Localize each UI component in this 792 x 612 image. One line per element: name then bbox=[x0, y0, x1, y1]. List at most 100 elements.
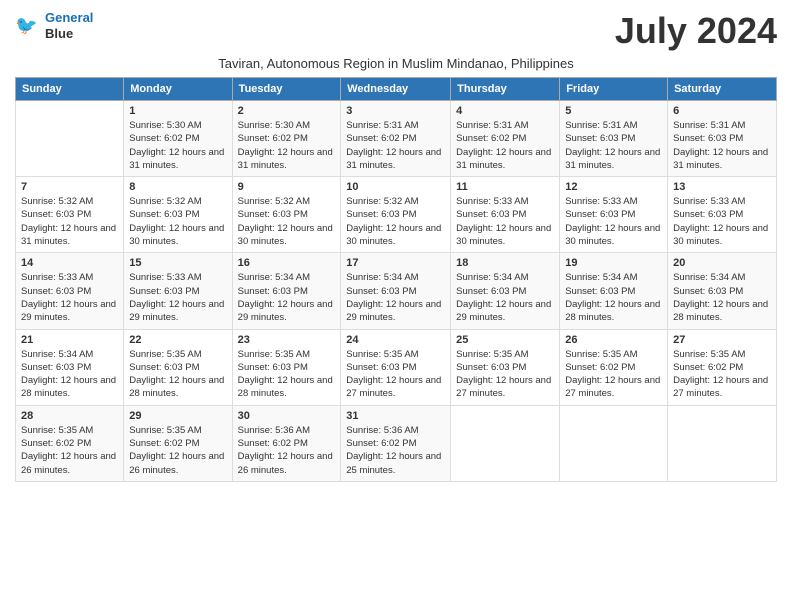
day-info: Sunrise: 5:35 AMSunset: 6:03 PMDaylight:… bbox=[456, 348, 554, 401]
calendar-cell bbox=[451, 405, 560, 481]
calendar-cell: 14 Sunrise: 5:33 AMSunset: 6:03 PMDayligh… bbox=[16, 253, 124, 329]
day-info: Sunrise: 5:32 AMSunset: 6:03 PMDaylight:… bbox=[346, 195, 445, 248]
calendar-cell: 21Sunrise: 5:34 AMSunset: 6:03 PMDayligh… bbox=[16, 329, 124, 405]
calendar-cell: 27Sunrise: 5:35 AMSunset: 6:02 PMDayligh… bbox=[668, 329, 777, 405]
calendar-cell bbox=[16, 101, 124, 177]
day-info: Sunrise: 5:34 AMSunset: 6:03 PMDaylight:… bbox=[565, 271, 662, 324]
day-info: Sunrise: 5:34 AMSunset: 6:03 PMDaylight:… bbox=[456, 271, 554, 324]
day-info: Sunrise: 5:32 AMSunset: 6:03 PMDaylight:… bbox=[21, 195, 118, 248]
day-info: Sunrise: 5:30 AMSunset: 6:02 PMDaylight:… bbox=[238, 119, 336, 172]
day-number: 25 bbox=[456, 334, 554, 346]
day-info: Sunrise: 5:35 AMSunset: 6:02 PMDaylight:… bbox=[129, 424, 226, 477]
weekday-header-sunday: Sunday bbox=[16, 78, 124, 101]
day-number: 19 bbox=[565, 257, 662, 269]
calendar-cell: 15 Sunrise: 5:33 AMSunset: 6:03 PMDayligh… bbox=[124, 253, 232, 329]
calendar-cell: 17 Sunrise: 5:34 AMSunset: 6:03 PMDayligh… bbox=[341, 253, 451, 329]
calendar-cell: 5Sunrise: 5:31 AMSunset: 6:03 PMDaylight… bbox=[560, 101, 668, 177]
day-info: Sunrise: 5:33 AMSunset: 6:03 PMDaylight:… bbox=[21, 271, 118, 324]
day-number: 12 bbox=[565, 181, 662, 193]
day-info: Sunrise: 5:36 AMSunset: 6:02 PMDaylight:… bbox=[238, 424, 336, 477]
day-number: 28 bbox=[21, 410, 118, 422]
calendar-cell: 20 Sunrise: 5:34 AMSunset: 6:03 PMDayligh… bbox=[668, 253, 777, 329]
calendar-cell: 22Sunrise: 5:35 AMSunset: 6:03 PMDayligh… bbox=[124, 329, 232, 405]
day-info: Sunrise: 5:35 AMSunset: 6:03 PMDaylight:… bbox=[129, 348, 226, 401]
day-number: 17 bbox=[346, 257, 445, 269]
calendar-week-row: 1 Sunrise: 5:30 AMSunset: 6:02 PMDaylight… bbox=[16, 101, 777, 177]
calendar-cell: 2 Sunrise: 5:30 AMSunset: 6:02 PMDaylight… bbox=[232, 101, 341, 177]
day-number: 15 bbox=[129, 257, 226, 269]
weekday-header-row: SundayMondayTuesdayWednesdayThursdayFrid… bbox=[16, 78, 777, 101]
day-number: 18 bbox=[456, 257, 554, 269]
calendar-week-row: 14 Sunrise: 5:33 AMSunset: 6:03 PMDayligh… bbox=[16, 253, 777, 329]
day-info: Sunrise: 5:31 AMSunset: 6:03 PMDaylight:… bbox=[565, 119, 662, 172]
day-number: 14 bbox=[21, 257, 118, 269]
day-info: Sunrise: 5:33 AMSunset: 6:03 PMDaylight:… bbox=[565, 195, 662, 248]
day-number: 24 bbox=[346, 334, 445, 346]
day-number: 29 bbox=[129, 410, 226, 422]
day-number: 13 bbox=[673, 181, 771, 193]
calendar-cell: 8 Sunrise: 5:32 AMSunset: 6:03 PMDaylight… bbox=[124, 177, 232, 253]
weekday-header-saturday: Saturday bbox=[668, 78, 777, 101]
day-info: Sunrise: 5:33 AMSunset: 6:03 PMDaylight:… bbox=[456, 195, 554, 248]
day-number: 1 bbox=[129, 105, 226, 117]
day-number: 6 bbox=[673, 105, 771, 117]
day-info: Sunrise: 5:34 AMSunset: 6:03 PMDaylight:… bbox=[346, 271, 445, 324]
day-number: 8 bbox=[129, 181, 226, 193]
calendar-cell: 11 Sunrise: 5:33 AMSunset: 6:03 PMDayligh… bbox=[451, 177, 560, 253]
calendar-cell: 13 Sunrise: 5:33 AMSunset: 6:03 PMDayligh… bbox=[668, 177, 777, 253]
calendar-cell: 10 Sunrise: 5:32 AMSunset: 6:03 PMDayligh… bbox=[341, 177, 451, 253]
weekday-header-wednesday: Wednesday bbox=[341, 78, 451, 101]
day-info: Sunrise: 5:32 AMSunset: 6:03 PMDaylight:… bbox=[129, 195, 226, 248]
day-info: Sunrise: 5:35 AMSunset: 6:02 PMDaylight:… bbox=[21, 424, 118, 477]
day-number: 30 bbox=[238, 410, 336, 422]
calendar-cell: 18 Sunrise: 5:34 AMSunset: 6:03 PMDayligh… bbox=[451, 253, 560, 329]
day-number: 2 bbox=[238, 105, 336, 117]
day-info: Sunrise: 5:34 AMSunset: 6:03 PMDaylight:… bbox=[21, 348, 118, 401]
calendar-cell: 26Sunrise: 5:35 AMSunset: 6:02 PMDayligh… bbox=[560, 329, 668, 405]
logo-icon: 🐦 bbox=[15, 12, 43, 40]
calendar-cell: 29 Sunrise: 5:35 AMSunset: 6:02 PMDayligh… bbox=[124, 405, 232, 481]
calendar-cell: 23Sunrise: 5:35 AMSunset: 6:03 PMDayligh… bbox=[232, 329, 341, 405]
weekday-header-thursday: Thursday bbox=[451, 78, 560, 101]
calendar-cell: 4 Sunrise: 5:31 AMSunset: 6:02 PMDaylight… bbox=[451, 101, 560, 177]
calendar-cell: 19 Sunrise: 5:34 AMSunset: 6:03 PMDayligh… bbox=[560, 253, 668, 329]
day-number: 9 bbox=[238, 181, 336, 193]
day-info: Sunrise: 5:35 AMSunset: 6:02 PMDaylight:… bbox=[673, 348, 771, 401]
calendar-cell: 3 Sunrise: 5:31 AMSunset: 6:02 PMDaylight… bbox=[341, 101, 451, 177]
day-info: Sunrise: 5:33 AMSunset: 6:03 PMDaylight:… bbox=[129, 271, 226, 324]
day-number: 7 bbox=[21, 181, 118, 193]
calendar-cell: 1 Sunrise: 5:30 AMSunset: 6:02 PMDaylight… bbox=[124, 101, 232, 177]
calendar-cell: 30 Sunrise: 5:36 AMSunset: 6:02 PMDayligh… bbox=[232, 405, 341, 481]
calendar-cell: 7 Sunrise: 5:32 AMSunset: 6:03 PMDaylight… bbox=[16, 177, 124, 253]
calendar-cell: 12 Sunrise: 5:33 AMSunset: 6:03 PMDayligh… bbox=[560, 177, 668, 253]
day-info: Sunrise: 5:36 AMSunset: 6:02 PMDaylight:… bbox=[346, 424, 445, 477]
logo-text: General Blue bbox=[45, 10, 93, 41]
month-title: July 2024 bbox=[615, 10, 777, 52]
calendar-table: SundayMondayTuesdayWednesdayThursdayFrid… bbox=[15, 77, 777, 482]
calendar-cell: 28 Sunrise: 5:35 AMSunset: 6:02 PMDayligh… bbox=[16, 405, 124, 481]
calendar-week-row: 28 Sunrise: 5:35 AMSunset: 6:02 PMDayligh… bbox=[16, 405, 777, 481]
day-info: Sunrise: 5:34 AMSunset: 6:03 PMDaylight:… bbox=[238, 271, 336, 324]
day-info: Sunrise: 5:34 AMSunset: 6:03 PMDaylight:… bbox=[673, 271, 771, 324]
calendar-week-row: 7 Sunrise: 5:32 AMSunset: 6:03 PMDaylight… bbox=[16, 177, 777, 253]
day-number: 3 bbox=[346, 105, 445, 117]
weekday-header-monday: Monday bbox=[124, 78, 232, 101]
page-subtitle: Taviran, Autonomous Region in Muslim Min… bbox=[15, 56, 777, 71]
weekday-header-friday: Friday bbox=[560, 78, 668, 101]
day-number: 31 bbox=[346, 410, 445, 422]
day-number: 20 bbox=[673, 257, 771, 269]
day-number: 11 bbox=[456, 181, 554, 193]
svg-text:🐦: 🐦 bbox=[15, 15, 38, 35]
day-number: 16 bbox=[238, 257, 336, 269]
day-info: Sunrise: 5:31 AMSunset: 6:02 PMDaylight:… bbox=[346, 119, 445, 172]
day-info: Sunrise: 5:33 AMSunset: 6:03 PMDaylight:… bbox=[673, 195, 771, 248]
day-number: 10 bbox=[346, 181, 445, 193]
day-info: Sunrise: 5:31 AMSunset: 6:02 PMDaylight:… bbox=[456, 119, 554, 172]
day-info: Sunrise: 5:35 AMSunset: 6:02 PMDaylight:… bbox=[565, 348, 662, 401]
day-number: 4 bbox=[456, 105, 554, 117]
day-info: Sunrise: 5:35 AMSunset: 6:03 PMDaylight:… bbox=[346, 348, 445, 401]
page-header: 🐦 General Blue July 2024 bbox=[15, 10, 777, 52]
day-number: 23 bbox=[238, 334, 336, 346]
calendar-cell: 9Sunrise: 5:32 AMSunset: 6:03 PMDaylight… bbox=[232, 177, 341, 253]
day-info: Sunrise: 5:30 AMSunset: 6:02 PMDaylight:… bbox=[129, 119, 226, 172]
